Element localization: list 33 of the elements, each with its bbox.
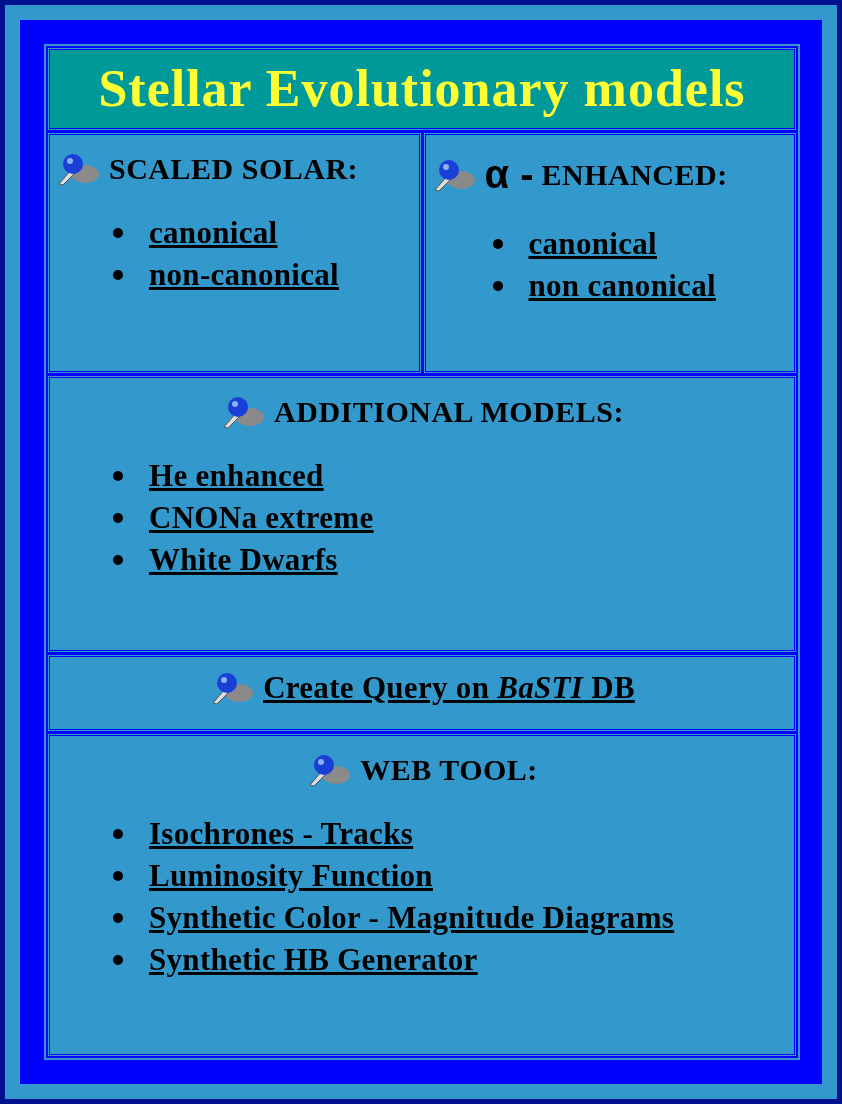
model-link[interactable]: Synthetic Color - Magnitude Diagrams <box>149 900 675 936</box>
bullet-icon <box>492 239 503 249</box>
bullet-icon <box>492 281 503 291</box>
section-heading: SCALED SOLAR: <box>109 152 359 186</box>
model-link[interactable]: canonical <box>528 226 657 262</box>
model-link[interactable]: Isochrones - Tracks <box>149 816 414 852</box>
bullet-icon <box>113 871 123 881</box>
model-link[interactable]: non-canonical <box>149 257 339 293</box>
alpha-symbol: α - <box>484 152 534 197</box>
model-link[interactable]: non canonical <box>528 268 716 304</box>
pin-icon <box>306 753 353 787</box>
model-link[interactable]: Synthetic HB Generator <box>149 942 478 978</box>
bullet-icon <box>113 471 123 481</box>
bullet-icon <box>113 555 123 565</box>
bullet-icon <box>113 513 123 523</box>
pin-icon <box>55 152 101 186</box>
section-heading: ENHANCED: <box>541 157 728 192</box>
model-link[interactable]: canonical <box>149 215 278 251</box>
bullet-icon <box>113 270 123 280</box>
model-link[interactable]: He enhanced <box>149 458 324 494</box>
bullet-icon <box>113 829 123 839</box>
model-link[interactable]: CNONa extreme <box>149 500 374 536</box>
model-link[interactable]: White Dwarfs <box>149 542 338 578</box>
page-title: Stellar Evolutionary models <box>97 59 747 119</box>
model-link[interactable]: Luminosity Function <box>149 858 433 894</box>
pin-icon <box>209 671 256 705</box>
query-link[interactable]: Create Query on BaSTI DB <box>263 670 635 706</box>
section-heading: WEB TOOL: <box>360 753 538 787</box>
pin-icon <box>220 395 267 429</box>
bullet-icon <box>113 228 123 238</box>
bullet-icon <box>113 955 123 965</box>
bullet-icon <box>113 913 123 923</box>
section-heading: ADDITIONAL MODELS: <box>274 395 624 429</box>
